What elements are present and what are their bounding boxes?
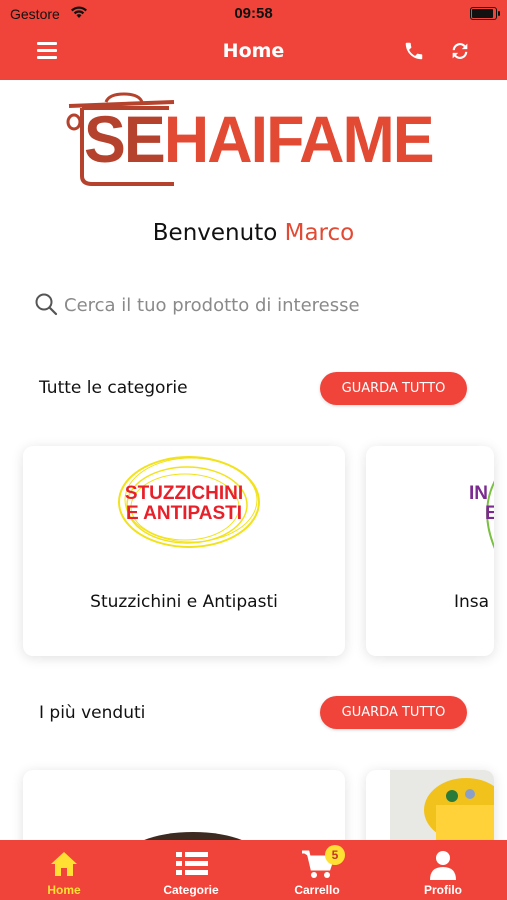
nav-categories[interactable]: Categorie <box>141 840 241 900</box>
phone-icon[interactable] <box>403 40 425 62</box>
refresh-icon[interactable] <box>449 40 471 62</box>
page-title: Home <box>222 40 285 62</box>
categories-see-all-button[interactable]: GUARDA TUTTO <box>320 372 467 405</box>
bestsellers-section-title: I più venduti <box>39 703 146 723</box>
category-image-caption: STUZZICHINI E ANTIPASTI <box>124 483 244 524</box>
welcome-message: Benvenuto Marco <box>0 220 507 246</box>
category-card[interactable]: IN E Insa <box>366 446 494 656</box>
nav-label: Carrello <box>294 883 340 897</box>
home-icon <box>51 852 77 876</box>
nav-label: Home <box>47 883 81 897</box>
nav-label: Categorie <box>163 883 219 897</box>
categories-section-title: Tutte le categorie <box>39 378 188 398</box>
clock: 09:58 <box>234 5 273 22</box>
category-image-caption: IN E <box>469 483 494 524</box>
search-bar[interactable] <box>34 290 474 320</box>
brand-logo: SEHAIFAME <box>64 92 435 192</box>
bestsellers-see-all-button[interactable]: GUARDA TUTTO <box>320 696 467 729</box>
category-name: Insa <box>454 592 490 612</box>
battery-icon <box>470 7 500 20</box>
nav-cart[interactable]: 5 Carrello <box>267 840 367 900</box>
welcome-greeting: Benvenuto <box>152 220 278 246</box>
search-icon <box>35 293 58 316</box>
search-input[interactable] <box>64 290 464 320</box>
bottom-navigation: Home Categorie 5 Carrello Profilo <box>0 840 507 900</box>
status-bar: Gestore 09:58 <box>0 0 507 28</box>
user-icon <box>430 851 456 880</box>
category-card[interactable]: STUZZICHINI E ANTIPASTI Stuzzichini e An… <box>23 446 345 656</box>
category-name: Stuzzichini e Antipasti <box>90 592 278 612</box>
app-header: Gestore 09:58 Home <box>0 0 507 80</box>
user-name: Marco <box>284 220 355 246</box>
nav-profile[interactable]: Profilo <box>393 840 493 900</box>
logo-wordmark: SEHAIFAME <box>84 102 435 176</box>
list-icon <box>176 852 208 875</box>
nav-home[interactable]: Home <box>14 840 114 900</box>
cart-count-badge: 5 <box>325 845 345 865</box>
nav-label: Profilo <box>424 883 462 897</box>
